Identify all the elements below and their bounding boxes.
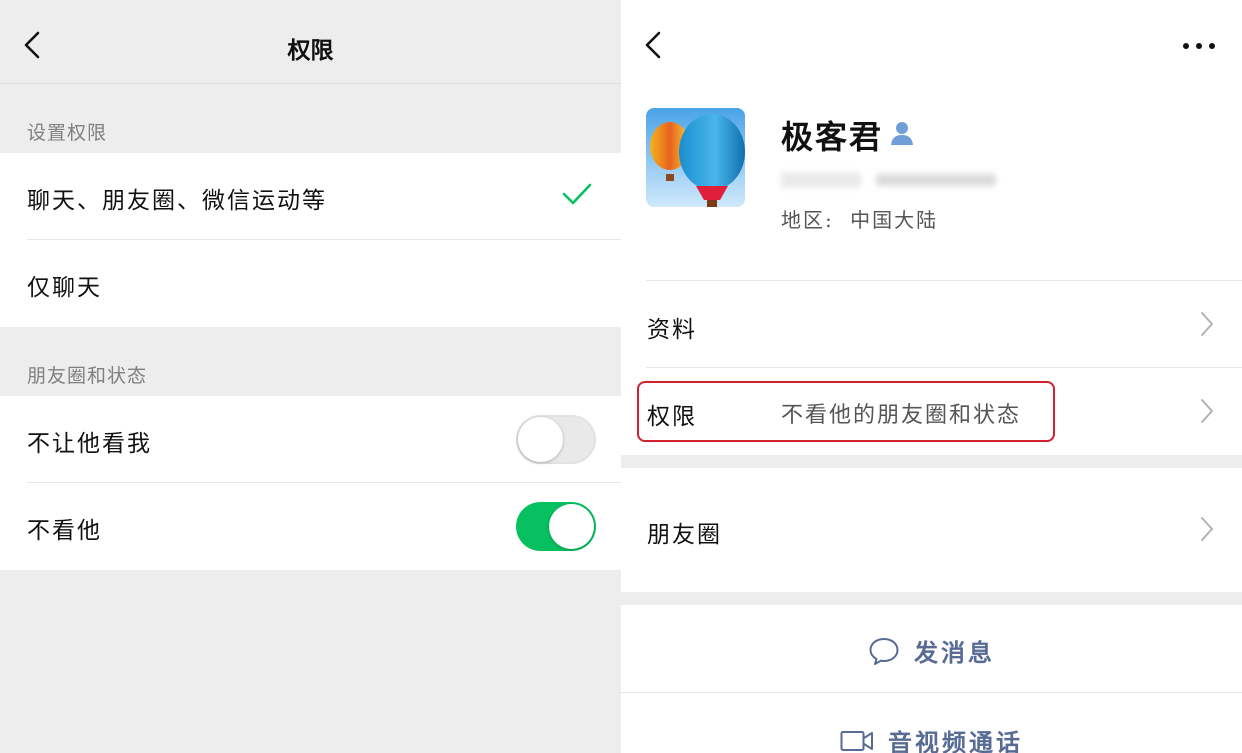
- permissions-screen: 权限 设置权限 聊天、朋友圈、微信运动等 仅聊天 朋友圈和状态 不让他看我 不看…: [0, 0, 621, 753]
- row-label: 资料: [647, 317, 697, 343]
- moments-row[interactable]: 朋友圈: [621, 486, 1242, 573]
- section-label-set-permission: 设置权限: [27, 122, 108, 144]
- video-call-label: 音视频通话: [888, 728, 1023, 753]
- highlight-annotation-box: [637, 381, 1055, 442]
- option-chat-moments-werun[interactable]: 聊天、朋友圈、微信运动等: [0, 153, 621, 240]
- back-arrow-icon[interactable]: [641, 30, 665, 60]
- video-camera-icon: [840, 730, 873, 751]
- permission-options-group: 聊天、朋友圈、微信运动等 仅聊天: [0, 153, 621, 327]
- person-icon: [891, 122, 913, 145]
- option-chat-only[interactable]: 仅聊天: [0, 240, 621, 327]
- toggle-row-hide-their-posts: 不看他: [0, 483, 621, 570]
- action-buttons: 发消息 音视频通话: [621, 605, 1242, 753]
- switch-knob: [549, 504, 594, 549]
- option-label: 仅聊天: [27, 275, 102, 301]
- hide-their-posts-switch[interactable]: [516, 502, 596, 551]
- avatar[interactable]: [646, 108, 745, 207]
- profile-info-row[interactable]: 资料: [621, 281, 1242, 368]
- send-message-button[interactable]: 发消息: [621, 605, 1242, 693]
- toggle-label: 不让他看我: [27, 431, 152, 457]
- chevron-right-icon: [1201, 517, 1213, 541]
- checkmark-icon: [562, 183, 592, 205]
- contact-name: 极客君: [781, 118, 884, 156]
- region-label: 地区:: [781, 208, 834, 232]
- chevron-right-icon: [1201, 312, 1213, 336]
- hide-my-posts-switch[interactable]: [516, 415, 596, 464]
- more-icon[interactable]: [1182, 41, 1216, 51]
- video-call-button[interactable]: 音视频通话: [621, 693, 1242, 753]
- section-label-moments-status: 朋友圈和状态: [27, 365, 148, 387]
- nav-bar: 权限: [0, 0, 621, 84]
- toggle-row-hide-my-posts: 不让他看我: [0, 396, 621, 483]
- moments-toggles-group: 不让他看我 不看他: [0, 396, 621, 570]
- region-line: 地区: 中国大陆: [781, 204, 938, 233]
- row-label: 朋友圈: [647, 522, 722, 548]
- contact-profile-screen: 极客君 地区: 中国大陆 资料 权限 不看他的朋友圈和状态 朋友圈 发消息 音视…: [621, 0, 1242, 753]
- option-label: 聊天、朋友圈、微信运动等: [27, 188, 327, 214]
- moments-section: 朋友圈: [621, 468, 1242, 592]
- video-call-content: 音视频通话: [621, 723, 1242, 753]
- region-value: 中国大陆: [850, 208, 939, 232]
- chevron-right-icon: [1201, 399, 1213, 423]
- wechat-id-redacted: [781, 172, 996, 188]
- chat-bubble-icon: [869, 637, 899, 665]
- profile-card: 极客君 地区: 中国大陆 资料 权限 不看他的朋友圈和状态: [621, 0, 1242, 455]
- send-message-label: 发消息: [914, 638, 995, 667]
- page-title: 权限: [287, 37, 334, 64]
- toggle-label: 不看他: [27, 518, 102, 544]
- send-message-content: 发消息: [621, 633, 1242, 668]
- switch-knob: [518, 417, 563, 462]
